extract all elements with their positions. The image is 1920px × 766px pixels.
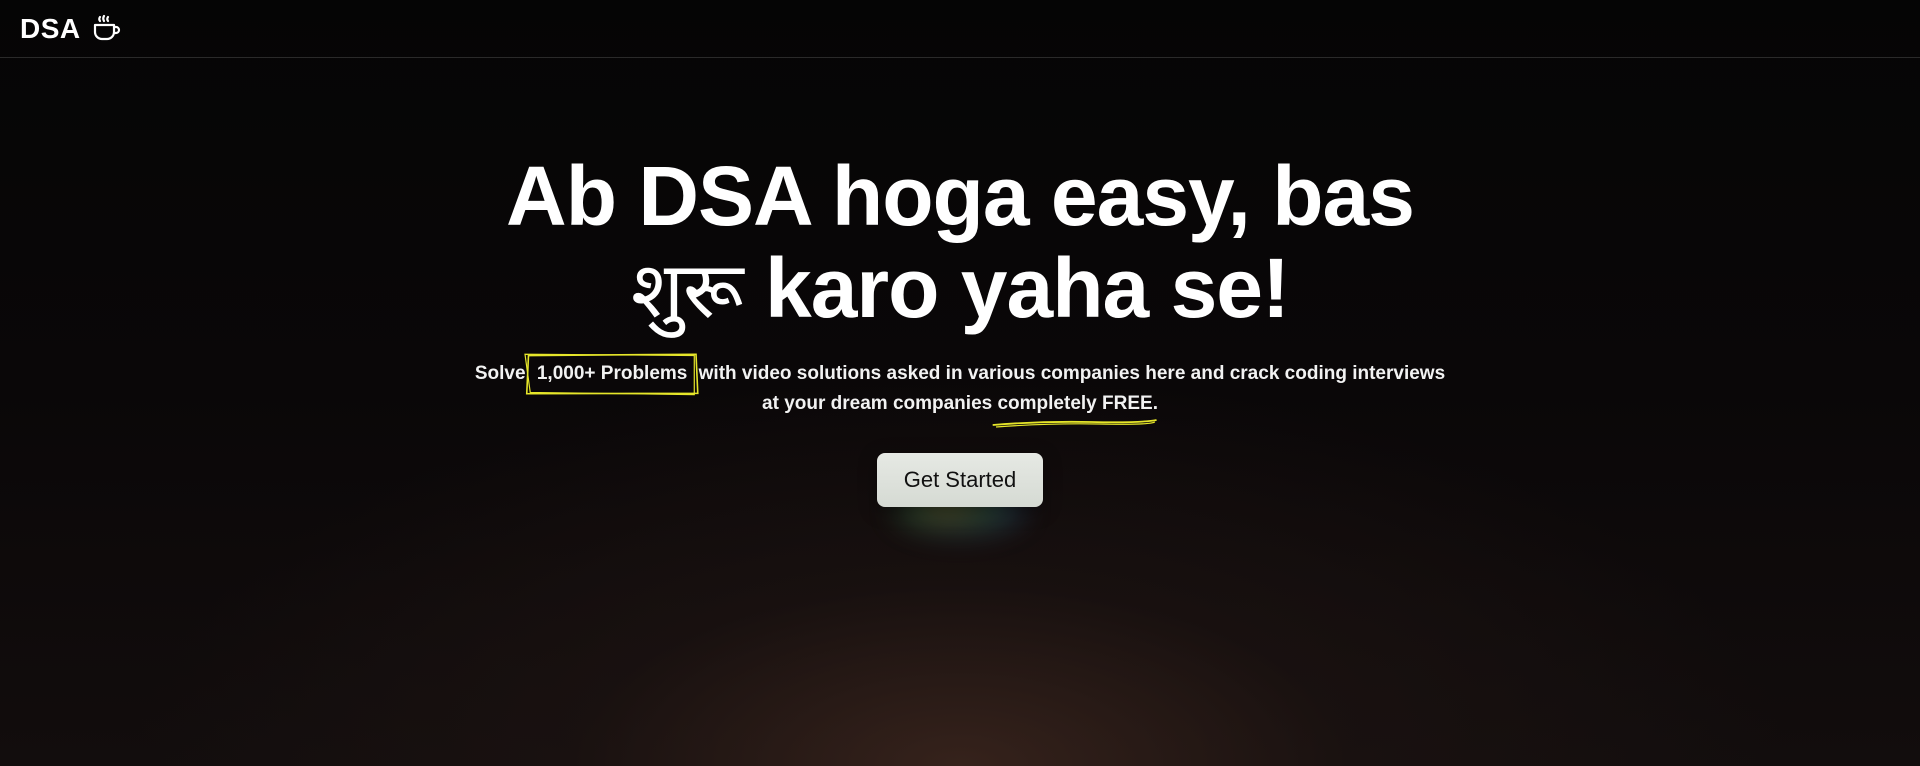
brand-text: DSA: [20, 13, 81, 44]
cta-container: Get Started: [875, 453, 1045, 533]
hero-heading: Ab DSA hoga easy, bas शुरू karo yaha se!: [460, 150, 1460, 337]
hand-drawn-underline: [991, 417, 1158, 429]
hero-heading-line1: Ab DSA hoga easy, bas: [506, 149, 1415, 243]
subtitle-end: .: [1152, 393, 1158, 414]
free-underline-highlight: completely FREE: [997, 389, 1152, 419]
hero-subtitle: Solve 1,000+ Problems with video solutio…: [470, 359, 1450, 419]
hero-section: Ab DSA hoga easy, bas शुरू karo yaha se!…: [0, 150, 1920, 533]
hero-heading-line2-rest: karo yaha se!: [742, 241, 1290, 335]
hero-heading-line2: शुरू karo yaha se!: [460, 242, 1460, 337]
top-navbar: DSA: [0, 0, 1920, 58]
problems-count-text: 1,000+ Problems: [536, 363, 688, 384]
coffee-cup-icon: [91, 14, 121, 44]
subtitle-pre: Solve: [474, 363, 531, 384]
get-started-button[interactable]: Get Started: [877, 453, 1043, 507]
free-text: completely FREE: [997, 393, 1153, 414]
problems-count-highlight: 1,000+ Problems: [531, 359, 694, 389]
brand-logo-link[interactable]: DSA: [20, 10, 121, 48]
hero-heading-devanagari-word: शुरू: [631, 246, 744, 336]
